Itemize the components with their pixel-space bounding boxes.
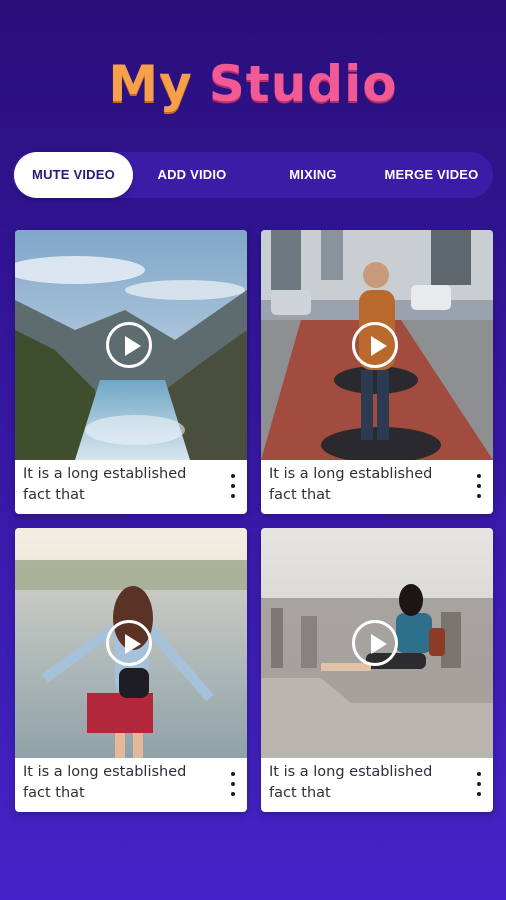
play-icon[interactable] xyxy=(352,620,398,666)
more-options-icon[interactable] xyxy=(225,472,241,500)
video-card[interactable]: It is a long established fact that xyxy=(261,230,493,514)
more-options-icon[interactable] xyxy=(471,770,487,798)
video-card[interactable]: It is a long established fact that xyxy=(15,230,247,514)
tab-mute-video[interactable]: MUTE VIDEO xyxy=(14,152,133,198)
video-caption: It is a long established fact that xyxy=(269,764,433,801)
title-word-studio: Studio xyxy=(208,55,398,113)
play-icon[interactable] xyxy=(352,322,398,368)
more-options-icon[interactable] xyxy=(471,472,487,500)
video-caption: It is a long established fact that xyxy=(23,764,187,801)
video-thumbnail[interactable] xyxy=(15,528,247,758)
tab-add-video[interactable]: ADD VIDIO xyxy=(137,152,247,198)
tab-mixing[interactable]: MIXING xyxy=(258,152,368,198)
tab-bar: MUTE VIDEO ADD VIDIO MIXING MERGE VIDEO xyxy=(12,152,493,198)
play-icon[interactable] xyxy=(106,620,152,666)
more-options-icon[interactable] xyxy=(225,770,241,798)
video-caption: It is a long established fact that xyxy=(269,466,433,503)
video-thumbnail[interactable] xyxy=(15,230,247,460)
video-caption: It is a long established fact that xyxy=(23,466,187,503)
video-thumbnail[interactable] xyxy=(261,528,493,758)
title-word-my: My xyxy=(108,55,193,113)
video-card[interactable]: It is a long established fact that xyxy=(15,528,247,812)
tab-merge-video[interactable]: MERGE VIDEO xyxy=(374,152,489,198)
video-thumbnail[interactable] xyxy=(261,230,493,460)
page-title: My Studio xyxy=(0,52,506,116)
play-icon[interactable] xyxy=(106,322,152,368)
video-card[interactable]: It is a long established fact that xyxy=(261,528,493,812)
